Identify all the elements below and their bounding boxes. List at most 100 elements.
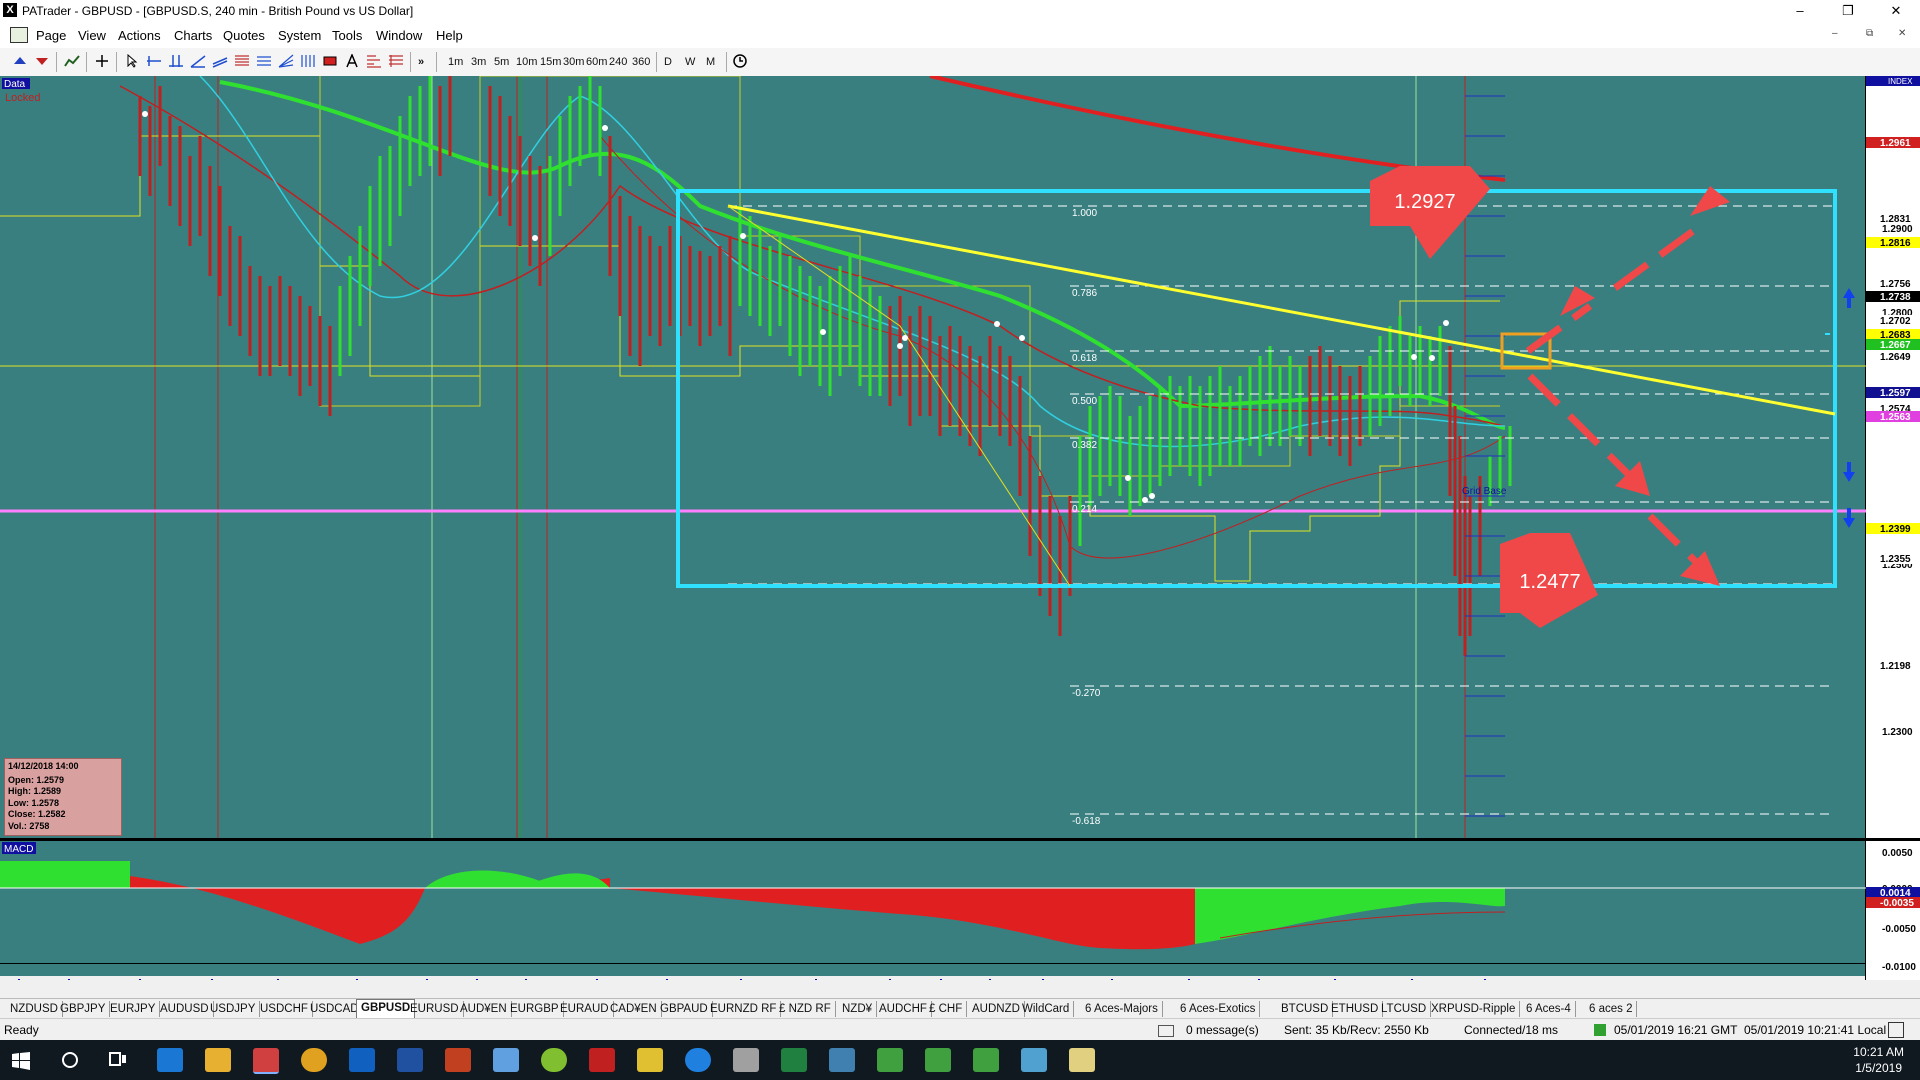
close-button[interactable]: ✕: [1880, 2, 1912, 20]
symbol-tab--chf[interactable]: £ CHF: [925, 1001, 968, 1017]
symbol-tab-eurusd[interactable]: EURUSD: [406, 1001, 464, 1017]
app-icon-red[interactable]: [589, 1048, 615, 1072]
mdi-restore-button[interactable]: ⧉: [1866, 28, 1873, 39]
pointer-icon[interactable]: [124, 54, 140, 68]
symbol-tab-eurjpy[interactable]: EURJPY: [106, 1001, 161, 1017]
price-chart[interactable]: 1.000 0.786 0.618 0.500 0.382 0.214 -0.2…: [0, 76, 1920, 980]
menu-tools[interactable]: Tools: [332, 28, 362, 43]
rectangle-icon[interactable]: [322, 54, 338, 68]
symbol-tab-usdcad[interactable]: USDCAD: [306, 1001, 364, 1017]
symbol-tab-audusd[interactable]: AUDUSD: [156, 1001, 214, 1017]
menu-view[interactable]: View: [78, 28, 106, 43]
symbol-tab-eurnzd-rf[interactable]: EURNZD RF: [706, 1001, 782, 1017]
hline-icon[interactable]: [146, 54, 162, 68]
tf-360[interactable]: 360: [632, 56, 650, 68]
outlook-icon[interactable]: [349, 1048, 375, 1072]
symbol-tab-cad-en[interactable]: CAD¥EN: [606, 1001, 662, 1017]
app-icon-green[interactable]: [541, 1048, 567, 1072]
tf-15m[interactable]: 15m: [540, 56, 561, 68]
symbol-tab-gbpjpy[interactable]: GBPJPY: [56, 1001, 111, 1017]
task-view-icon[interactable]: [108, 1051, 128, 1069]
windows-start-icon[interactable]: [12, 1052, 30, 1070]
restore-button[interactable]: ❐: [1832, 2, 1864, 20]
tf-10m[interactable]: 10m: [516, 56, 537, 68]
tf-w[interactable]: W: [685, 56, 695, 68]
tf-1m[interactable]: 1m: [448, 56, 463, 68]
trendline-icon[interactable]: [190, 54, 206, 68]
excel-icon[interactable]: [781, 1048, 807, 1072]
message-icon[interactable]: [1158, 1025, 1174, 1037]
symbol-tab-6-aces-2[interactable]: 6 aces 2: [1585, 1001, 1638, 1017]
symbol-tab--nzd-rf[interactable]: £ NZD RF: [775, 1001, 836, 1017]
symbol-tab-eurgbp[interactable]: EURGBP: [506, 1001, 564, 1017]
buy-icon[interactable]: [12, 54, 28, 68]
taskbar-clock[interactable]: 10:21 AM 1/5/2019: [1853, 1044, 1904, 1076]
word-icon[interactable]: [397, 1048, 423, 1072]
channel-icon[interactable]: [212, 54, 228, 68]
text-icon[interactable]: [344, 54, 360, 68]
menu-system[interactable]: System: [278, 28, 321, 43]
cycle-icon[interactable]: [300, 54, 316, 68]
camtasia-recorder-icon[interactable]: [925, 1048, 951, 1072]
app-icon-blue[interactable]: [493, 1048, 519, 1072]
app-icon-notes[interactable]: [1069, 1048, 1095, 1072]
menu-window[interactable]: Window: [376, 28, 422, 43]
vline-icon[interactable]: [168, 54, 184, 68]
sell-icon[interactable]: [34, 54, 50, 68]
symbol-tab-usdjpy[interactable]: USDJPY: [206, 1001, 261, 1017]
symbol-tab-ethusd[interactable]: ETHUSD: [1327, 1001, 1384, 1017]
fib-extension-icon[interactable]: [256, 54, 272, 68]
calculator-icon[interactable]: [733, 1048, 759, 1072]
symbol-tab-usdchf[interactable]: USDCHF: [256, 1001, 313, 1017]
zoom-icon[interactable]: [685, 1048, 711, 1072]
symbol-tab-audchf[interactable]: AUDCHF: [875, 1001, 932, 1017]
camtasia-icon[interactable]: [877, 1048, 903, 1072]
search-icon[interactable]: [60, 1050, 80, 1070]
menu-charts[interactable]: Charts: [174, 28, 212, 43]
symbol-tab-wildcard[interactable]: WildCard: [1018, 1001, 1075, 1017]
tf-d[interactable]: D: [664, 56, 672, 68]
symbol-tab-btcusd[interactable]: BTCUSD: [1277, 1001, 1334, 1017]
tf-30m[interactable]: 30m: [563, 56, 584, 68]
file-explorer-icon[interactable]: [205, 1048, 231, 1072]
powerpoint-icon[interactable]: [445, 1048, 471, 1072]
app-icon-photo[interactable]: [829, 1048, 855, 1072]
tf-3m[interactable]: 3m: [471, 56, 486, 68]
resize-grip-icon[interactable]: [1888, 1022, 1904, 1038]
chrome-icon[interactable]: [301, 1048, 327, 1072]
symbol-tab-ltcusd[interactable]: LTCUSD: [1377, 1001, 1432, 1017]
tf-m[interactable]: M: [706, 56, 715, 68]
symbol-tab-6-aces-exotics[interactable]: 6 Aces-Exotics: [1176, 1001, 1261, 1017]
symbol-tab-6-aces-4[interactable]: 6 Aces-4: [1522, 1001, 1576, 1017]
symbol-tab-aud-en[interactable]: AUD¥EN: [456, 1001, 512, 1017]
app-icon-yellow[interactable]: [637, 1048, 663, 1072]
app-icon-landscape[interactable]: [1021, 1048, 1047, 1072]
symbol-tab-gbpaud[interactable]: GBPAUD: [656, 1001, 713, 1017]
fib-time-icon[interactable]: [366, 54, 382, 68]
menu-quotes[interactable]: Quotes: [223, 28, 265, 43]
symbol-tab-xrpusd-ripple[interactable]: XRPUSD-Ripple: [1427, 1001, 1521, 1017]
crosshair-icon[interactable]: [94, 54, 110, 68]
clock-icon[interactable]: [732, 54, 748, 68]
tf-240[interactable]: 240: [609, 56, 627, 68]
chart-icon[interactable]: [64, 54, 80, 68]
menu-page[interactable]: Page: [36, 28, 66, 43]
page-icon[interactable]: [10, 27, 28, 43]
mdi-close-button[interactable]: ✕: [1898, 28, 1906, 39]
symbol-tab-nzd-[interactable]: NZD¥: [838, 1001, 878, 1017]
tf-5m[interactable]: 5m: [494, 56, 509, 68]
status-messages[interactable]: 0 message(s): [1186, 1023, 1259, 1037]
minimize-button[interactable]: –: [1784, 2, 1816, 20]
fibonacci-icon[interactable]: [234, 54, 250, 68]
symbol-tab-6-aces-majors[interactable]: 6 Aces-Majors: [1081, 1001, 1163, 1017]
edge-icon[interactable]: [157, 1048, 183, 1072]
menu-help[interactable]: Help: [436, 28, 463, 43]
menu-actions[interactable]: Actions: [118, 28, 161, 43]
gann-icon[interactable]: [388, 54, 404, 68]
symbol-tab-nzdusd[interactable]: NZDUSD: [6, 1001, 63, 1017]
symbol-tab-audnzd[interactable]: AUDNZD: [968, 1001, 1025, 1017]
symbol-tab-euraud[interactable]: EURAUD: [556, 1001, 614, 1017]
mdi-minimize-button[interactable]: –: [1832, 28, 1838, 39]
toolbar-overflow[interactable]: »: [418, 56, 424, 68]
fan-icon[interactable]: [278, 54, 294, 68]
